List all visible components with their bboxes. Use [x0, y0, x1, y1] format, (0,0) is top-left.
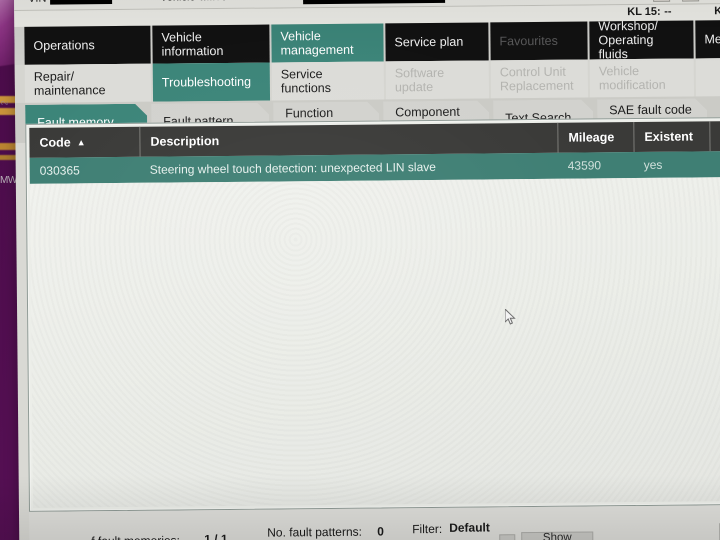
screenshot-icon[interactable]: ⎙: [652, 0, 671, 2]
fault-memories-value: 1 / 1: [204, 531, 228, 540]
kl-right-label: KL: [714, 5, 720, 18]
menu-item-label: Service functions: [280, 67, 332, 96]
menu-item-label: Software update: [394, 65, 445, 95]
fault-memories-label: f fault memories:: [91, 533, 180, 540]
menu-item-label: Operations: [33, 38, 95, 53]
menu-item-label: Troubleshooting: [161, 74, 252, 90]
vehicle-detail-redacted: [302, 0, 446, 5]
vehicle-value: MINI/F54/Clubman: [200, 0, 295, 3]
cell-existent: yes: [643, 157, 663, 172]
column-header-mileage[interactable]: Mileage: [557, 122, 634, 153]
kl15-label: KL 15:: [627, 5, 661, 19]
cell-mileage: 43590: [567, 158, 602, 173]
column-header-label: Existent: [644, 129, 694, 144]
menu-item-repair-maintenance[interactable]: Repair/ maintenance: [24, 63, 152, 103]
menu-item-operations[interactable]: Operations: [24, 25, 151, 65]
menu-item-label: Control Unit Replacement: [499, 64, 574, 94]
vehicle-date: /2018/11: [447, 0, 489, 1]
column-header-description[interactable]: Description: [139, 122, 558, 157]
menu-item-label: Vehicle management: [280, 29, 354, 58]
menu-item-software-update: Software update: [385, 60, 490, 100]
kl15-value: --: [664, 5, 672, 18]
desktop-side-mark: 2: [0, 100, 10, 106]
menu-item-vehicle-modification: Vehicle modification: [589, 58, 695, 98]
show-completely-button[interactable]: Show completely: [521, 531, 594, 540]
menu-item-label: Service plan: [394, 34, 464, 50]
menu-item-troubleshooting[interactable]: Troubleshooting: [152, 62, 271, 102]
status-button-left[interactable]: [499, 534, 516, 540]
fault-patterns-value: 0: [377, 524, 384, 539]
fault-memory-panel: Code ▲ Description Mileage Existent Clas…: [25, 117, 720, 512]
menu-item-workshop-operating-fluids[interactable]: Workshop/ Operating fluids: [589, 18, 694, 62]
cell-class: [710, 151, 720, 178]
column-header-existent[interactable]: Existent: [633, 121, 710, 153]
fault-table-empty-area: [29, 177, 720, 508]
column-header-label: Mileage: [568, 130, 615, 145]
screen: 2 MW VIN Vehicle MINI/F54/Clubman /2018/…: [0, 0, 720, 540]
menu-item-measuring[interactable]: Measuri: [695, 19, 720, 59]
menu-item-vehicle-information[interactable]: Vehicle information: [152, 24, 270, 64]
menu-item-service-functions[interactable]: Service functions: [271, 61, 385, 101]
menu-item-row2-overflow[interactable]: [695, 57, 720, 97]
menu-item-label: Repair/ maintenance: [33, 69, 106, 98]
menu-item-control-unit-replacement: Control Unit Replacement: [490, 59, 589, 99]
menu-item-vehicle-management[interactable]: Vehicle management: [271, 23, 384, 63]
column-header-label: Description: [150, 134, 220, 149]
filter-value[interactable]: Default: [449, 520, 490, 534]
gear-icon[interactable]: ⚙: [681, 0, 700, 2]
vin-label: VIN: [28, 0, 46, 5]
ista-application-window: VIN Vehicle MINI/F54/Clubman /2018/11 ⎙ …: [14, 0, 720, 540]
menu-item-label: Measuri: [704, 31, 720, 47]
menu-item-favourites: Favourites: [490, 21, 588, 61]
fault-memory-status-bar: f fault memories: 1 / 1 No. fault patter…: [28, 505, 720, 540]
cell-description: Steering wheel touch detection: unexpect…: [149, 159, 436, 177]
column-header-label: Code: [39, 135, 71, 150]
menu-item-label: Workshop/ Operating fluids: [598, 18, 658, 62]
menu-item-service-plan[interactable]: Service plan: [385, 22, 489, 62]
filter-label: Filter:: [412, 521, 443, 537]
screen-moire-overlay: [29, 177, 720, 508]
column-header-code[interactable]: Code ▲: [29, 127, 139, 158]
sort-ascending-icon: ▲: [76, 137, 86, 148]
column-header-class[interactable]: Class: [709, 120, 720, 152]
menu-item-label: Vehicle modification: [598, 64, 666, 93]
vin-value-redacted: [49, 0, 113, 5]
fault-patterns-label: No. fault patterns:: [267, 524, 362, 540]
cell-code: 030365: [39, 163, 80, 178]
vehicle-label: Vehicle: [160, 0, 196, 4]
menu-item-label: Favourites: [499, 33, 558, 49]
menu-item-label: Vehicle information: [161, 30, 224, 59]
